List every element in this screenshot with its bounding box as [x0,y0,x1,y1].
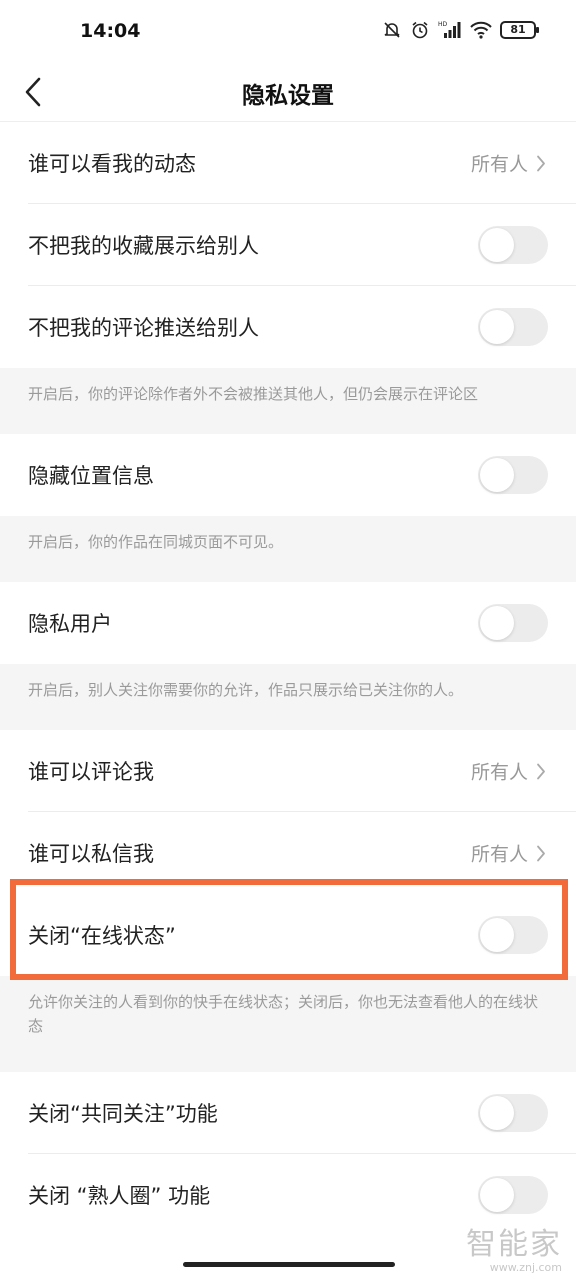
comments-note: 开启后，你的评论除作者外不会被推送其他人，但仍会展示在评论区 [0,368,576,434]
row-private-user: 隐私用户 [0,582,576,664]
status-icons: HD 81 [382,20,539,40]
chevron-right-icon [537,763,545,779]
battery-icon: 81 [500,21,539,39]
row-value: 所有人 [471,758,546,785]
private-note: 开启后，别人关注你需要你的允许，作品只展示给已关注你的人。 [0,664,576,730]
wifi-icon [470,21,492,39]
close-online-status-toggle[interactable] [478,916,548,954]
chevron-right-icon [537,155,545,171]
status-bar: 14:04 HD 81 [0,0,576,64]
alarm-icon [412,21,428,39]
row-close-acquaintance: 关闭 “熟人圈” 功能 [0,1154,576,1236]
online-note: 允许你关注的人看到你的快手在线状态；关闭后，你也无法查看他人的在线状态 [0,976,576,1072]
toggle-knob [480,606,514,640]
hd-signal-icon: HD [438,21,461,38]
row-label: 不把我的收藏展示给别人 [28,234,259,258]
close-mutual-follow-toggle[interactable] [478,1094,548,1132]
private-user-toggle[interactable] [478,604,548,642]
hide-location-toggle[interactable] [478,456,548,494]
row-hide-location: 隐藏位置信息 [0,434,576,516]
row-who-can-see-feed[interactable]: 谁可以看我的动态 所有人 [0,122,576,204]
row-who-can-message[interactable]: 谁可以私信我 所有人 [0,812,576,894]
row-label: 关闭“在线状态” [28,924,176,948]
row-label: 谁可以评论我 [28,760,154,784]
row-hide-comments: 不把我的评论推送给别人 [0,286,576,368]
row-label: 谁可以私信我 [28,842,154,866]
row-label: 谁可以看我的动态 [28,152,196,176]
page-title: 隐私设置 [242,83,334,109]
row-hide-favorites: 不把我的收藏展示给别人 [0,204,576,286]
chevron-right-icon [537,845,545,861]
row-value: 所有人 [471,840,546,867]
location-note: 开启后，你的作品在同城页面不可见。 [0,516,576,582]
row-value-text: 所有人 [470,843,528,866]
toggle-knob [480,228,514,262]
row-label: 关闭 “熟人圈” 功能 [28,1184,211,1208]
row-close-mutual-follow: 关闭“共同关注”功能 [0,1072,576,1154]
svg-text:HD: HD [438,21,448,28]
mute-icon [384,22,400,38]
row-value: 所有人 [471,150,546,177]
row-label: 不把我的评论推送给别人 [28,316,259,340]
status-time: 14:04 [80,20,141,42]
home-indicator[interactable] [183,1262,395,1267]
row-value-text: 所有人 [470,153,528,176]
close-acquaintance-toggle[interactable] [478,1176,548,1214]
hide-comments-toggle[interactable] [478,308,548,346]
toggle-knob [480,310,514,344]
row-label: 关闭“共同关注”功能 [28,1102,218,1126]
watermark: 智能家 www.znj.com [466,1227,562,1275]
nav-bar: 隐私设置 [0,64,576,122]
row-label: 隐藏位置信息 [28,464,154,488]
hide-favorites-toggle[interactable] [478,226,548,264]
watermark-main: 智能家 [466,1227,562,1262]
toggle-knob [480,918,514,952]
toggle-knob [480,1178,514,1212]
row-who-can-comment[interactable]: 谁可以评论我 所有人 [0,730,576,812]
watermark-sub: www.znj.com [489,1261,562,1274]
toggle-knob [480,1096,514,1130]
row-value-text: 所有人 [470,761,528,784]
battery-level: 81 [510,23,526,36]
row-close-online-status: 关闭“在线状态” [0,894,576,976]
row-label: 隐私用户 [28,612,112,636]
toggle-knob [480,458,514,492]
